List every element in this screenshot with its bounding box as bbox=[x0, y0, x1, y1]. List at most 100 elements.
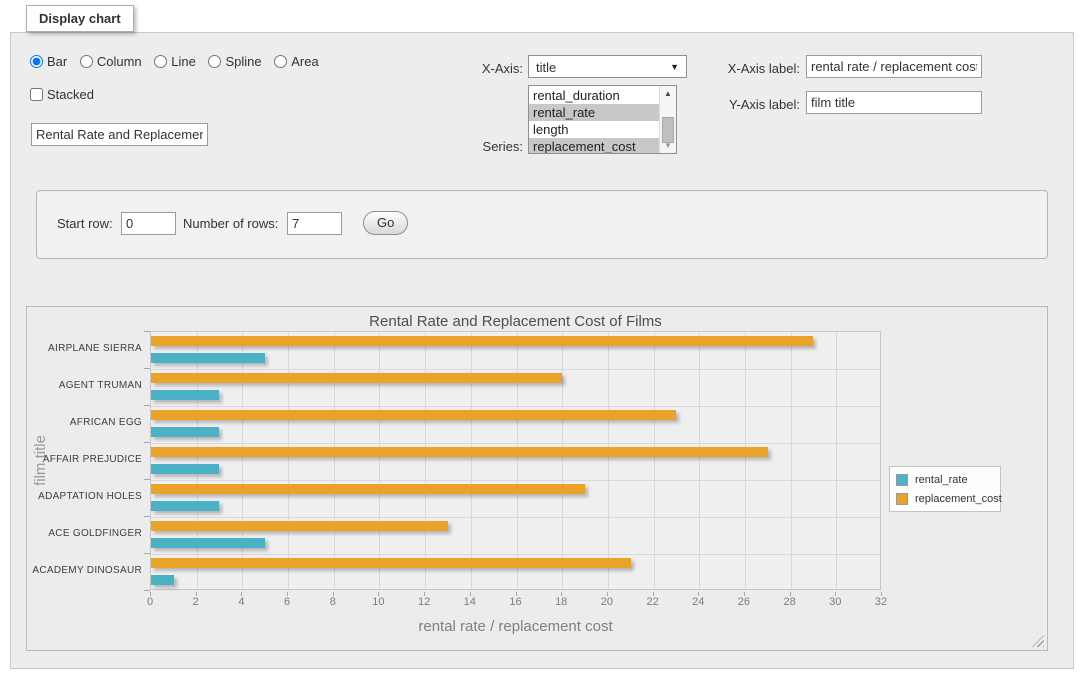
spline-radio[interactable] bbox=[208, 55, 221, 68]
x-tick-label: 20 bbox=[587, 596, 627, 608]
start-row-input[interactable] bbox=[121, 212, 176, 235]
x-tick-mark bbox=[516, 592, 517, 596]
x-tick-mark bbox=[881, 592, 882, 596]
stacked-option[interactable]: Stacked bbox=[30, 87, 94, 102]
go-button[interactable]: Go bbox=[363, 211, 408, 235]
y-tick-label: AGENT TRUMAN bbox=[59, 380, 142, 391]
gridline-horizontal bbox=[151, 517, 880, 518]
gridline-vertical bbox=[517, 332, 518, 589]
x-axis-select-label: X-Axis: bbox=[455, 61, 523, 76]
bar-rental_rate bbox=[151, 538, 265, 548]
series-listbox[interactable]: rental_durationrental_ratelengthreplacem… bbox=[528, 85, 677, 154]
gridline-vertical bbox=[425, 332, 426, 589]
x-tick-mark bbox=[196, 592, 197, 596]
series-option[interactable]: length bbox=[529, 121, 659, 138]
x-tick-mark bbox=[561, 592, 562, 596]
line-radio[interactable] bbox=[154, 55, 167, 68]
bar-replacement_cost bbox=[151, 410, 676, 420]
x-tick-label: 18 bbox=[541, 596, 581, 608]
bar-rental_rate bbox=[151, 390, 219, 400]
y-tick-label: ACE GOLDFINGER bbox=[48, 528, 142, 539]
chart-type-option-bar[interactable]: Bar bbox=[30, 54, 67, 69]
x-tick-label: 16 bbox=[496, 596, 536, 608]
gridline-horizontal bbox=[151, 369, 880, 370]
number-of-rows-input[interactable] bbox=[287, 212, 342, 235]
y-axis-label-label: Y-Axis label: bbox=[700, 97, 800, 112]
series-option[interactable]: rental_rate bbox=[529, 104, 659, 121]
area-radio-label: Area bbox=[291, 54, 318, 69]
series-option[interactable]: replacement_cost bbox=[529, 138, 659, 154]
x-axis-label-input[interactable] bbox=[806, 55, 982, 78]
stacked-label: Stacked bbox=[47, 87, 94, 102]
bar-rental_rate bbox=[151, 575, 174, 585]
chart-container: Rental Rate and Replacement Cost of Film… bbox=[26, 306, 1048, 651]
y-tick-mark bbox=[144, 442, 150, 443]
x-tick-label: 0 bbox=[130, 596, 170, 608]
x-tick-label: 8 bbox=[313, 596, 353, 608]
x-tick-mark bbox=[241, 592, 242, 596]
chart-title-input[interactable] bbox=[31, 123, 208, 146]
x-tick-mark bbox=[653, 592, 654, 596]
y-axis-label-input[interactable] bbox=[806, 91, 982, 114]
gridline-vertical bbox=[745, 332, 746, 589]
x-tick-label: 12 bbox=[404, 596, 444, 608]
legend-swatch-rental_rate bbox=[896, 474, 908, 486]
bar-rental_rate bbox=[151, 464, 219, 474]
x-tick-label: 14 bbox=[450, 596, 490, 608]
chart-type-option-spline[interactable]: Spline bbox=[208, 54, 261, 69]
scroll-up-icon[interactable]: ▲ bbox=[660, 86, 676, 101]
gridline-vertical bbox=[836, 332, 837, 589]
x-tick-label: 10 bbox=[358, 596, 398, 608]
gridline-vertical bbox=[608, 332, 609, 589]
stacked-checkbox[interactable] bbox=[30, 88, 43, 101]
x-tick-mark bbox=[790, 592, 791, 596]
series-scrollbar[interactable]: ▲ ▼ bbox=[659, 86, 676, 153]
chart-type-option-line[interactable]: Line bbox=[154, 54, 196, 69]
column-radio[interactable] bbox=[80, 55, 93, 68]
scroll-down-icon[interactable]: ▼ bbox=[660, 138, 676, 153]
x-tick-label: 28 bbox=[770, 596, 810, 608]
x-tick-label: 2 bbox=[176, 596, 216, 608]
x-tick-mark bbox=[287, 592, 288, 596]
y-tick-mark bbox=[144, 405, 150, 406]
legend-swatch-replacement_cost bbox=[896, 493, 908, 505]
series-option[interactable]: rental_duration bbox=[529, 87, 659, 104]
legend-label: rental_rate bbox=[915, 474, 968, 486]
x-tick-label: 26 bbox=[724, 596, 764, 608]
y-tick-mark bbox=[144, 479, 150, 480]
resize-handle-icon[interactable] bbox=[1032, 635, 1044, 647]
y-tick-mark bbox=[144, 368, 150, 369]
y-tick-mark bbox=[144, 553, 150, 554]
dropdown-caret-icon: ▼ bbox=[670, 62, 679, 72]
column-radio-label: Column bbox=[97, 54, 142, 69]
chart-title: Rental Rate and Replacement Cost of Film… bbox=[150, 313, 881, 330]
panel-title: Display chart bbox=[26, 5, 134, 32]
gridline-vertical bbox=[379, 332, 380, 589]
y-tick-label: AFRICAN EGG bbox=[70, 417, 142, 428]
x-tick-label: 24 bbox=[678, 596, 718, 608]
gridline-vertical bbox=[562, 332, 563, 589]
gridline-vertical bbox=[699, 332, 700, 589]
gridline-horizontal bbox=[151, 480, 880, 481]
gridline-vertical bbox=[471, 332, 472, 589]
bar-radio[interactable] bbox=[30, 55, 43, 68]
plot-area bbox=[150, 331, 881, 590]
x-tick-label: 6 bbox=[267, 596, 307, 608]
x-tick-label: 4 bbox=[221, 596, 261, 608]
spline-radio-label: Spline bbox=[225, 54, 261, 69]
gridline-horizontal bbox=[151, 443, 880, 444]
gridline-horizontal bbox=[151, 554, 880, 555]
x-tick-label: 32 bbox=[861, 596, 901, 608]
chart-type-option-area[interactable]: Area bbox=[274, 54, 318, 69]
x-tick-mark bbox=[607, 592, 608, 596]
chart-type-option-column[interactable]: Column bbox=[80, 54, 142, 69]
y-tick-label: ACADEMY DINOSAUR bbox=[32, 565, 142, 576]
y-tick-label: AFFAIR PREJUDICE bbox=[43, 454, 142, 465]
bar-radio-label: Bar bbox=[47, 54, 67, 69]
area-radio[interactable] bbox=[274, 55, 287, 68]
bar-rental_rate bbox=[151, 427, 219, 437]
chart-type-group: Bar Column Line Spline Area bbox=[30, 54, 328, 69]
x-tick-mark bbox=[744, 592, 745, 596]
legend-item: rental_rate bbox=[896, 470, 994, 489]
x-axis-select[interactable]: title ▼ bbox=[528, 55, 687, 78]
